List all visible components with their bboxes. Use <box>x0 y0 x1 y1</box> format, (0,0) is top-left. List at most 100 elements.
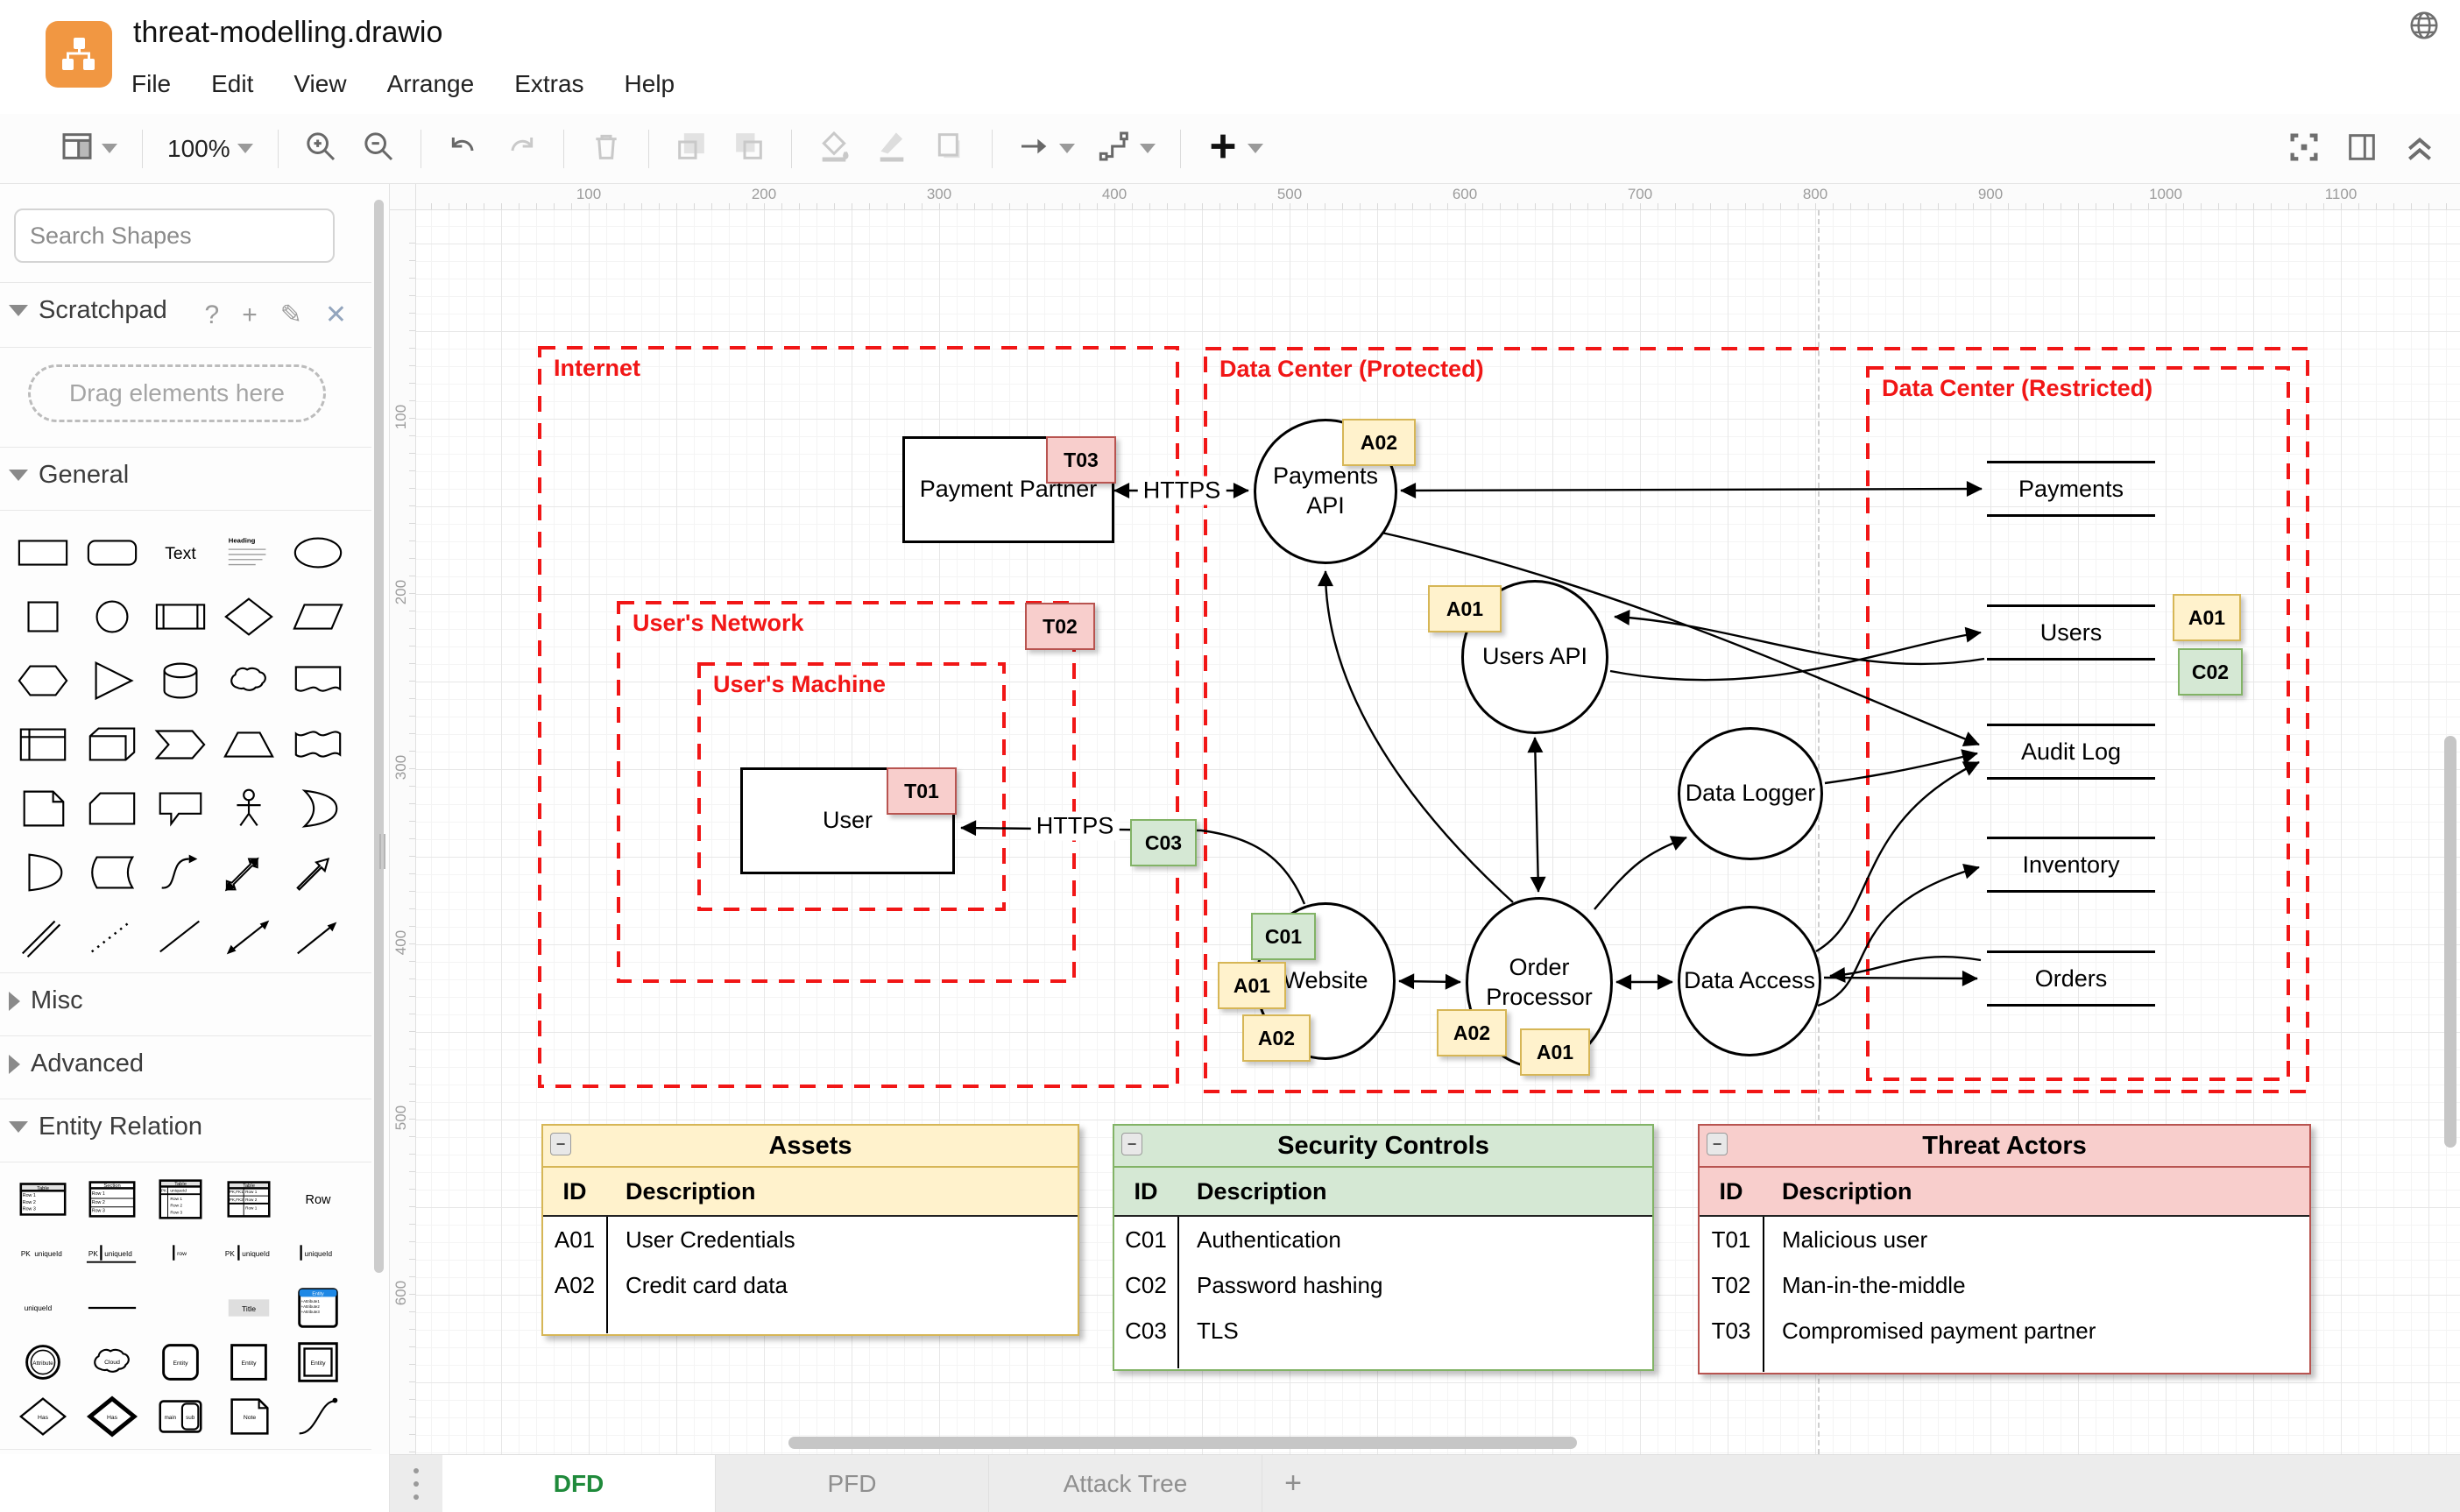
scratchpad-drop-area[interactable]: Drag elements here <box>28 364 326 422</box>
shape-er-row-bar[interactable]: row <box>146 1226 215 1281</box>
shape-step[interactable] <box>146 712 215 776</box>
shape-er-hline[interactable] <box>77 1281 145 1335</box>
shape-er-uid-bar[interactable]: uniqueId <box>284 1226 352 1281</box>
shape-er-pk-uid[interactable]: PKuniqueId <box>9 1226 77 1281</box>
badge-threat-t01[interactable]: T01 <box>887 767 957 815</box>
shape-process[interactable] <box>146 584 215 648</box>
page-tab-pfd[interactable]: PFD <box>716 1455 989 1512</box>
edge-website-to-order-processor[interactable] <box>1399 981 1460 982</box>
edge-data-access-to-store-orders[interactable] <box>1824 978 1977 979</box>
edge-payments-api-to-store-payments[interactable] <box>1401 489 1982 491</box>
shape-er-flow[interactable] <box>284 1389 352 1444</box>
shape-internal-storage[interactable] <box>9 712 77 776</box>
badge-threat-t03[interactable]: T03 <box>1046 436 1116 484</box>
shape-dotted-line[interactable] <box>77 904 145 968</box>
shape-er-pk-uid-bar[interactable]: PKuniqueId <box>215 1226 283 1281</box>
edge-data-access-to-store-inventory[interactable] <box>1818 867 1979 1006</box>
connection-button[interactable] <box>1017 129 1075 168</box>
shape-er-entity-sq[interactable]: Entity <box>215 1335 283 1389</box>
badge-asset-a01[interactable]: A01 <box>1428 585 1502 632</box>
edge-data-access-to-store-audit-log[interactable] <box>1816 762 1979 951</box>
add-page-button[interactable]: + <box>1262 1455 1324 1512</box>
shape-trapezoid[interactable] <box>215 712 283 776</box>
shape-text[interactable]: Text <box>146 520 215 584</box>
table-row[interactable]: C03TLS <box>1114 1308 1652 1353</box>
canvas-horizontal-scrollbar[interactable] <box>788 1437 1577 1449</box>
zoomlabel-dropdown[interactable]: 100% <box>167 135 253 163</box>
shape-square[interactable] <box>9 584 77 648</box>
shape-data-storage[interactable] <box>77 840 145 904</box>
shape-tape[interactable] <box>284 712 352 776</box>
shape-link[interactable] <box>9 904 77 968</box>
shape-er-title[interactable]: Title <box>215 1281 283 1335</box>
menu-extras[interactable]: Extras <box>514 70 583 98</box>
shape-hexagon[interactable] <box>9 648 77 712</box>
datastore-store-users[interactable]: Users <box>1987 604 2155 661</box>
page-tab-attack-tree[interactable]: Attack Tree <box>989 1455 1262 1512</box>
shape-card[interactable] <box>77 776 145 840</box>
fullscreen-icon[interactable] <box>2287 130 2322 169</box>
shape-er-blank[interactable] <box>146 1281 215 1335</box>
badge-asset-a02[interactable]: A02 <box>1342 419 1416 466</box>
menu-view[interactable]: View <box>293 70 346 98</box>
shape-er-table-pk[interactable]: TablePKuniqueIdRow 1Row 2Row 3 <box>146 1172 215 1226</box>
edge-users-api-to-order-processor[interactable] <box>1535 738 1538 892</box>
badge-asset-a01[interactable]: A01 <box>1218 962 1286 1009</box>
shape-er-table-pkfk[interactable]: TablePK,FK1Row 1PK,FK2Row 2Row 1 <box>215 1172 283 1226</box>
badge-threat-t02[interactable]: T02 <box>1025 603 1095 650</box>
shape-line[interactable] <box>146 904 215 968</box>
language-globe-icon[interactable] <box>2407 9 2441 46</box>
search-shapes-box[interactable] <box>14 208 335 263</box>
table-threat-actors[interactable]: −Threat ActorsIDDescriptionT01Malicious … <box>1698 1124 2311 1374</box>
table-security-controls[interactable]: −Security ControlsIDDescriptionC01Authen… <box>1113 1124 1654 1371</box>
collapse-icon[interactable]: − <box>1707 1133 1728 1155</box>
table-row[interactable]: C02Password hashing <box>1114 1262 1652 1308</box>
shape-bidirectional-arrow[interactable] <box>215 840 283 904</box>
shape-er-main-sub[interactable]: mainsub <box>146 1389 215 1444</box>
scratchpad-add-icon[interactable]: + <box>242 300 258 330</box>
shape-er-attribute[interactable]: Attribute <box>9 1335 77 1389</box>
menu-edit[interactable]: Edit <box>211 70 253 98</box>
shape-ellipse[interactable] <box>284 520 352 584</box>
format-panel-icon[interactable] <box>2344 130 2379 169</box>
shape-curve[interactable] <box>146 840 215 904</box>
canvas-vertical-scrollbar[interactable] <box>2444 736 2456 1148</box>
badge-asset-a01[interactable]: A01 <box>2173 594 2241 641</box>
zoom-out-button[interactable] <box>361 129 396 168</box>
shape-arrow[interactable] <box>284 840 352 904</box>
scratchpad-close-icon[interactable]: ✕ <box>325 300 347 330</box>
badge-asset-a02[interactable]: A02 <box>1437 1009 1507 1056</box>
table-row[interactable]: C01Authentication <box>1114 1217 1652 1262</box>
diagram-canvas[interactable]: InternetUser's NetworkUser's MachineData… <box>416 210 2460 1454</box>
edge-users-api-to-store-users[interactable] <box>1610 632 1981 680</box>
sidebar-resize-grip[interactable] <box>379 834 388 869</box>
shape-parallelogram[interactable] <box>284 584 352 648</box>
shape-or[interactable] <box>284 776 352 840</box>
datastore-store-orders[interactable]: Orders <box>1987 950 2155 1007</box>
shape-textbox[interactable]: Heading <box>215 520 283 584</box>
edge-data-logger-to-store-audit-log[interactable] <box>1825 753 1977 783</box>
shape-er-cloud[interactable]: Cloud <box>77 1335 145 1389</box>
shape-er-section[interactable]: SectionRow 1Row 2Row 3 <box>77 1172 145 1226</box>
shape-cloud[interactable] <box>215 648 283 712</box>
shape-cube[interactable] <box>77 712 145 776</box>
zoom-in-button[interactable] <box>303 129 338 168</box>
shape-er-has-bold[interactable]: Has <box>77 1389 145 1444</box>
edge-label-e15[interactable]: HTTPS <box>1031 812 1120 841</box>
menu-help[interactable]: Help <box>625 70 675 98</box>
table-row[interactable]: T03Compromised payment partner <box>1700 1308 2309 1353</box>
shape-cylinder[interactable] <box>146 648 215 712</box>
collapse-icon[interactable]: − <box>550 1133 571 1155</box>
insert-button[interactable] <box>1205 129 1263 168</box>
shape-circle[interactable] <box>77 584 145 648</box>
shape-rounded-rectangle[interactable] <box>77 520 145 584</box>
shape-er-note[interactable]: Note <box>215 1389 283 1444</box>
table-row[interactable]: T02Man-in-the-middle <box>1700 1262 2309 1308</box>
shape-er-entity-round[interactable]: Entity <box>146 1335 215 1389</box>
badge-asset-a01[interactable]: A01 <box>1520 1028 1590 1076</box>
collapse-icon[interactable]: − <box>1121 1133 1142 1155</box>
shape-actor[interactable] <box>215 776 283 840</box>
node-data-access[interactable]: Data Access <box>1678 906 1821 1056</box>
menu-arrange[interactable]: Arrange <box>387 70 475 98</box>
shape-er-pk-uid-div[interactable]: PKuniqueId <box>77 1226 145 1281</box>
